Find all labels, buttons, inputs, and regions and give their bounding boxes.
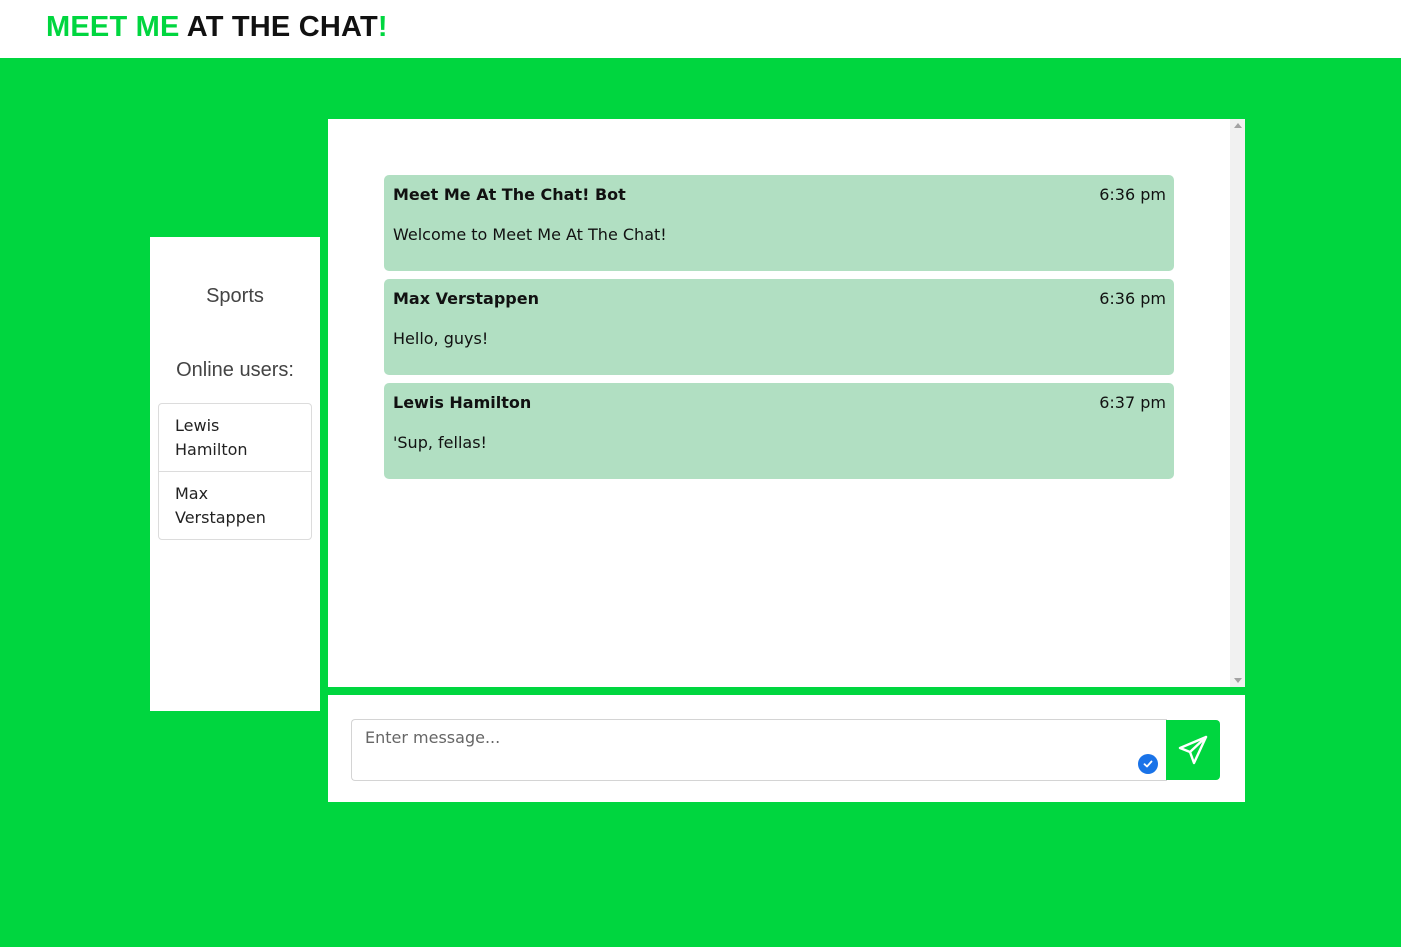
message-time: 6:36 pm (1099, 185, 1166, 204)
message-composer (328, 695, 1245, 802)
online-users-list: Lewis Hamilton Max Verstappen (158, 403, 312, 540)
messages-scrollbar[interactable] (1230, 119, 1245, 687)
message-list: Meet Me At The Chat! Bot 6:36 pm Welcome… (384, 175, 1174, 487)
message-time: 6:37 pm (1099, 393, 1166, 412)
message-input[interactable] (351, 719, 1167, 781)
message-item: Lewis Hamilton 6:37 pm 'Sup, fellas! (384, 383, 1174, 479)
top-bar: MEET ME AT THE CHAT! (0, 0, 1401, 58)
send-button[interactable] (1166, 720, 1220, 780)
message-text: Hello, guys! (393, 329, 489, 348)
room-name: Sports (206, 285, 264, 307)
scroll-down-arrow-icon[interactable] (1234, 678, 1242, 683)
message-text: Welcome to Meet Me At The Chat! (393, 225, 667, 244)
messages-panel[interactable]: Meet Me At The Chat! Bot 6:36 pm Welcome… (328, 119, 1245, 687)
message-author: Lewis Hamilton (393, 393, 532, 412)
online-users-heading: Online users: (176, 359, 294, 381)
paper-plane-icon (1178, 735, 1208, 765)
brand-part-3: ! (377, 11, 388, 43)
message-author: Meet Me At The Chat! Bot (393, 185, 626, 204)
message-item: Meet Me At The Chat! Bot 6:36 pm Welcome… (384, 175, 1174, 271)
app-logo[interactable]: MEET ME AT THE CHAT! (46, 11, 388, 44)
brand-part-1: MEET ME (46, 11, 180, 43)
grammar-check-icon[interactable] (1138, 754, 1158, 774)
online-user-item: Lewis Hamilton (159, 404, 311, 472)
message-time: 6:36 pm (1099, 289, 1166, 308)
message-text: 'Sup, fellas! (393, 433, 487, 452)
online-user-item: Max Verstappen (175, 484, 266, 527)
message-item: Max Verstappen 6:36 pm Hello, guys! (384, 279, 1174, 375)
brand-part-2: AT THE CHAT (186, 11, 378, 43)
scroll-up-arrow-icon[interactable] (1234, 123, 1242, 128)
chat-sidebar: Sports Online users: Lewis Hamilton Max … (150, 237, 320, 711)
message-author: Max Verstappen (393, 289, 539, 308)
